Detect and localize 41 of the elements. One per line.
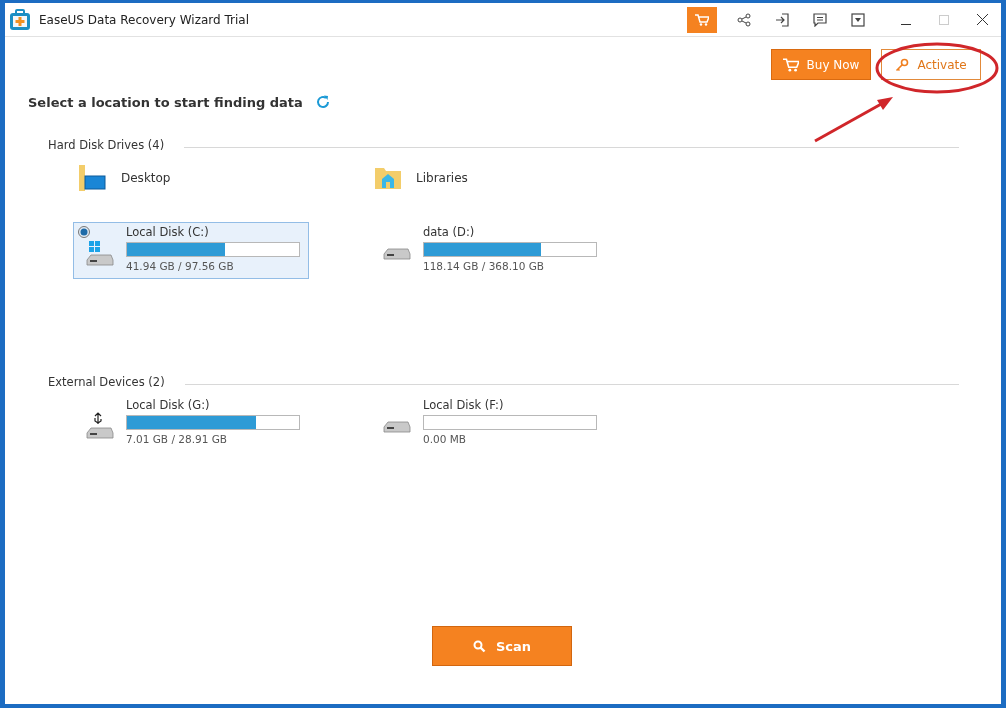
folder-item[interactable]: Libraries: [370, 158, 468, 198]
section-title: Hard Disk Drives (4): [48, 138, 165, 152]
maximize-icon: [939, 14, 949, 25]
section-title: External Devices (2): [48, 375, 165, 389]
cart-icon: [782, 57, 799, 72]
hard-drive-icon: [382, 419, 412, 434]
drive-item[interactable]: data (D:) 118.14 GB / 368.10 GB: [370, 222, 606, 279]
drive-size: 41.94 GB / 97.56 GB: [126, 260, 235, 272]
library-folder-icon: [374, 166, 402, 190]
hard-drive-icon: [382, 246, 412, 261]
minimize-icon: [901, 23, 911, 25]
drive-size: 118.14 GB / 368.10 GB: [423, 260, 546, 272]
drive-name: Local Disk (C:): [126, 225, 210, 239]
folder-name: Libraries: [416, 171, 468, 185]
desktop-folder-icon: [77, 164, 107, 192]
drive-name: Local Disk (F:): [423, 398, 505, 412]
key-icon: [895, 57, 910, 72]
drive-name: data (D:): [423, 225, 476, 239]
drive-item[interactable]: Local Disk (F:) 0.00 MB: [370, 395, 606, 452]
app-logo-icon: [9, 8, 31, 31]
share-icon: [737, 12, 751, 27]
cart-icon: [695, 13, 709, 26]
chat-icon: [813, 12, 827, 27]
folder-name: Desktop: [121, 171, 171, 185]
refresh-icon[interactable]: [314, 94, 331, 110]
folder-item[interactable]: Desktop: [73, 158, 171, 198]
drive-item[interactable]: Local Disk (G:) 7.01 GB / 28.91 GB: [73, 395, 309, 452]
drive-name: Local Disk (G:): [126, 398, 211, 412]
drive-size: 0.00 MB: [423, 433, 467, 445]
search-icon: [472, 639, 486, 653]
page-heading: Select a location to start finding data: [28, 94, 303, 110]
drive-size: 7.01 GB / 28.91 GB: [126, 433, 228, 445]
window-title: EaseUS Data Recovery Wizard Trial: [39, 12, 250, 27]
close-icon: [976, 14, 988, 25]
sign-in-icon: [775, 12, 789, 27]
radio-icon[interactable]: [78, 226, 90, 238]
usb-drive-icon: [85, 411, 115, 442]
cart-button[interactable]: [687, 6, 717, 33]
windows-drive-icon: [85, 238, 115, 269]
drive-item[interactable]: Local Disk (C:) 41.94 GB / 97.56 GB: [73, 222, 309, 279]
dropdown-icon: [851, 12, 865, 27]
